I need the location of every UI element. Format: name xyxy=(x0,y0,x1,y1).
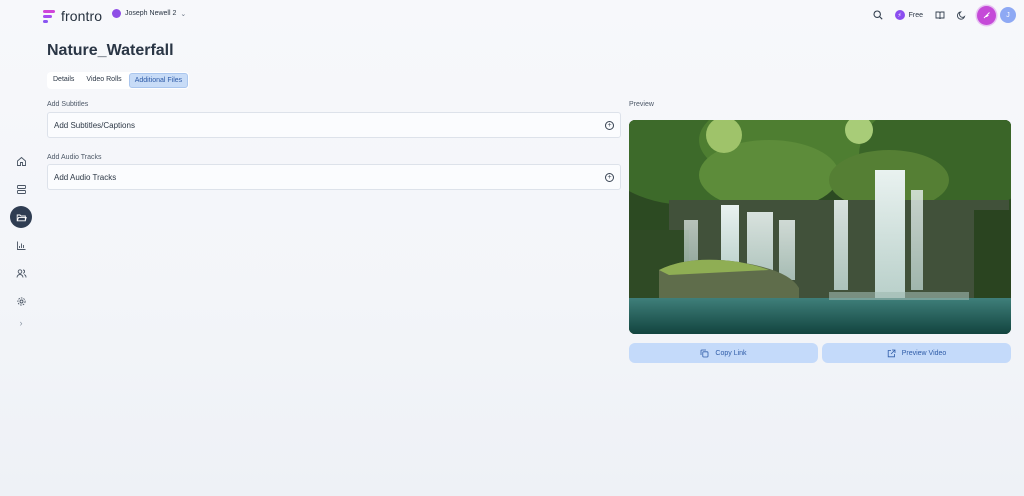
tab-bar: Details Video Rolls Additional Files xyxy=(47,72,190,89)
tab-details[interactable]: Details xyxy=(48,73,79,88)
preview-video-label: Preview Video xyxy=(901,349,947,357)
waterfall-thumbnail xyxy=(629,120,1011,334)
app-logo[interactable]: frontro xyxy=(43,8,102,24)
chevron-down-icon: ⌄ xyxy=(180,10,187,18)
plus-circle-icon[interactable]: + xyxy=(605,172,614,182)
plan-badge[interactable]: ⚡ Free xyxy=(889,10,929,20)
sidebar-item-analytics[interactable] xyxy=(10,234,32,256)
external-link-icon xyxy=(887,349,896,357)
workspace-name: Joseph Newell 2 xyxy=(125,10,177,17)
copy-icon xyxy=(701,349,709,357)
preview-label: Preview xyxy=(629,101,654,108)
audio-section-label: Add Audio Tracks xyxy=(47,154,102,161)
brand-avatar[interactable] xyxy=(977,5,996,25)
bar-chart-icon xyxy=(16,241,25,250)
page-title: Nature_Waterfall xyxy=(47,42,174,59)
logo-icon xyxy=(43,9,55,23)
search-icon[interactable] xyxy=(867,5,889,25)
settings-icon xyxy=(16,296,26,306)
home-icon xyxy=(16,156,26,166)
sidebar: › xyxy=(10,150,33,328)
add-subtitles-label: Add Subtitles/Captions xyxy=(54,120,135,130)
sidebar-item-users[interactable] xyxy=(10,262,32,284)
feather-icon xyxy=(983,12,990,19)
app-name: frontro xyxy=(61,8,103,24)
users-icon xyxy=(16,268,26,278)
sidebar-item-settings[interactable] xyxy=(10,290,32,312)
plus-circle-icon[interactable]: + xyxy=(605,120,614,130)
copy-link-button[interactable]: Copy Link xyxy=(629,343,818,363)
video-preview[interactable] xyxy=(629,120,1011,334)
sidebar-item-layers[interactable] xyxy=(10,178,32,200)
layers-icon xyxy=(16,184,26,194)
tab-additional-files[interactable]: Additional Files xyxy=(128,73,189,88)
sidebar-item-home[interactable] xyxy=(10,150,32,172)
tab-video-rolls[interactable]: Video Rolls xyxy=(81,73,126,88)
plan-label: Free xyxy=(908,11,923,19)
chevron-right-icon[interactable]: › xyxy=(10,318,32,328)
workspace-switcher[interactable]: Joseph Newell 2 ⌄ xyxy=(112,9,186,18)
add-subtitles-field[interactable]: Add Subtitles/Captions + xyxy=(47,112,621,138)
sidebar-item-files[interactable] xyxy=(10,206,32,228)
moon-icon[interactable] xyxy=(951,5,973,25)
book-icon[interactable] xyxy=(929,5,951,25)
copy-link-label: Copy Link xyxy=(715,349,747,357)
add-audio-tracks-field[interactable]: Add Audio Tracks + xyxy=(47,164,621,190)
top-bar: frontro Joseph Newell 2 ⌄ ⚡ Free J xyxy=(0,0,1024,31)
user-avatar[interactable]: J xyxy=(1000,7,1016,23)
workspace-avatar xyxy=(112,9,121,18)
folder-open-icon xyxy=(16,214,27,221)
subtitles-section-label: Add Subtitles xyxy=(47,101,89,108)
header-actions: ⚡ Free J xyxy=(867,5,1016,25)
preview-video-button[interactable]: Preview Video xyxy=(822,343,1011,363)
add-audio-tracks-label: Add Audio Tracks xyxy=(54,172,117,182)
lightning-icon: ⚡ xyxy=(894,10,905,20)
